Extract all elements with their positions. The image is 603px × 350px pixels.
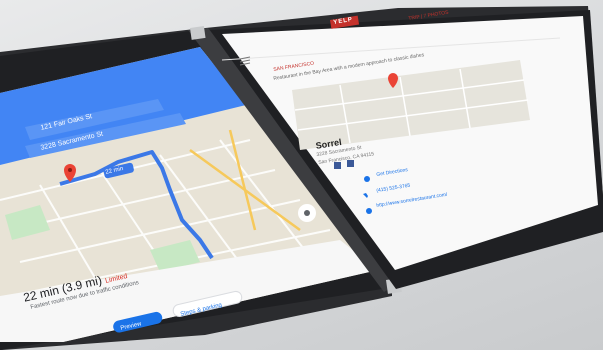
directions-icon xyxy=(364,176,370,182)
dual-screen-device xyxy=(0,6,603,350)
photo-scene: 121 Fair Oaks St 3228 Sacramento St 22 m… xyxy=(0,0,603,350)
web-icon xyxy=(366,208,372,214)
